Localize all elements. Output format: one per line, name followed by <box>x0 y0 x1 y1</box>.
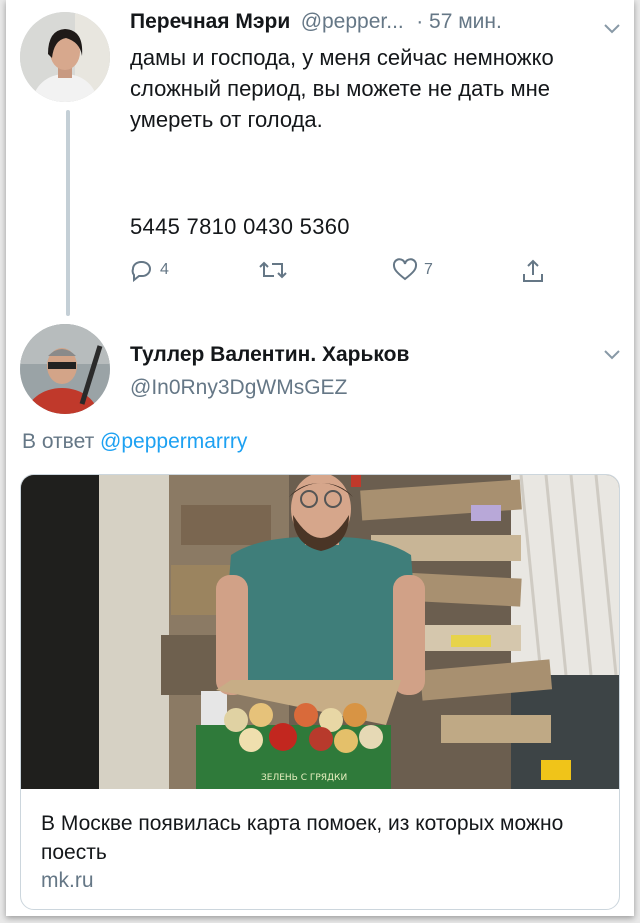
tweet-header: Перечная Мэри @pepper... · 57 мин. <box>130 10 502 34</box>
share-icon <box>523 259 543 282</box>
reply-count: 4 <box>160 261 169 278</box>
author-name-2[interactable]: Туллер Валентин. Харьков <box>130 343 409 366</box>
like-action[interactable]: 7 <box>392 258 433 282</box>
share-action[interactable] <box>520 258 546 284</box>
retweet-icon <box>259 261 287 279</box>
card-image: ЗЕЛЕНЬ С ГРЯДКИ <box>21 475 619 789</box>
avatar-tuller[interactable] <box>20 324 110 414</box>
chevron-down-icon[interactable] <box>602 348 622 362</box>
chevron-down-icon[interactable] <box>602 22 622 36</box>
reply-prefix: В ответ <box>22 430 95 453</box>
author-name[interactable]: Перечная Мэри <box>130 10 290 33</box>
avatar-pepper-mary[interactable] <box>20 12 110 102</box>
tweet-header-2: Туллер Валентин. Харьков <box>130 343 409 367</box>
tweet-thread: Перечная Мэри @pepper... · 57 мин. дамы … <box>6 0 634 916</box>
card-title[interactable]: В Москве появилась карта помоек, из кото… <box>41 809 601 867</box>
reply-icon <box>131 261 151 282</box>
crate-label: ЗЕЛЕНЬ С ГРЯДКИ <box>261 773 347 783</box>
tweet-time[interactable]: · 57 мин. <box>416 10 502 33</box>
like-icon <box>392 258 418 281</box>
card-domain[interactable]: mk.ru <box>41 869 94 893</box>
author-handle-2[interactable]: @In0Rny3DgWMsGEZ <box>130 376 347 400</box>
retweet-action[interactable] <box>258 258 294 282</box>
reply-context: В ответ @peppermarrry <box>22 430 247 454</box>
reply-to-link[interactable]: @peppermarrry <box>100 430 247 453</box>
link-card[interactable]: ЗЕЛЕНЬ С ГРЯДКИ В Москве появилась карта… <box>20 474 620 910</box>
like-count: 7 <box>424 261 433 278</box>
tweet-text: дамы и господа, у меня сейчас немножко с… <box>130 45 554 132</box>
tweet-card-number: 5445 7810 0430 5360 <box>130 214 350 239</box>
tweet-actions: 4 7 <box>6 258 634 288</box>
reply-action[interactable]: 4 <box>128 258 169 282</box>
author-handle[interactable]: @pepper... <box>301 10 404 33</box>
